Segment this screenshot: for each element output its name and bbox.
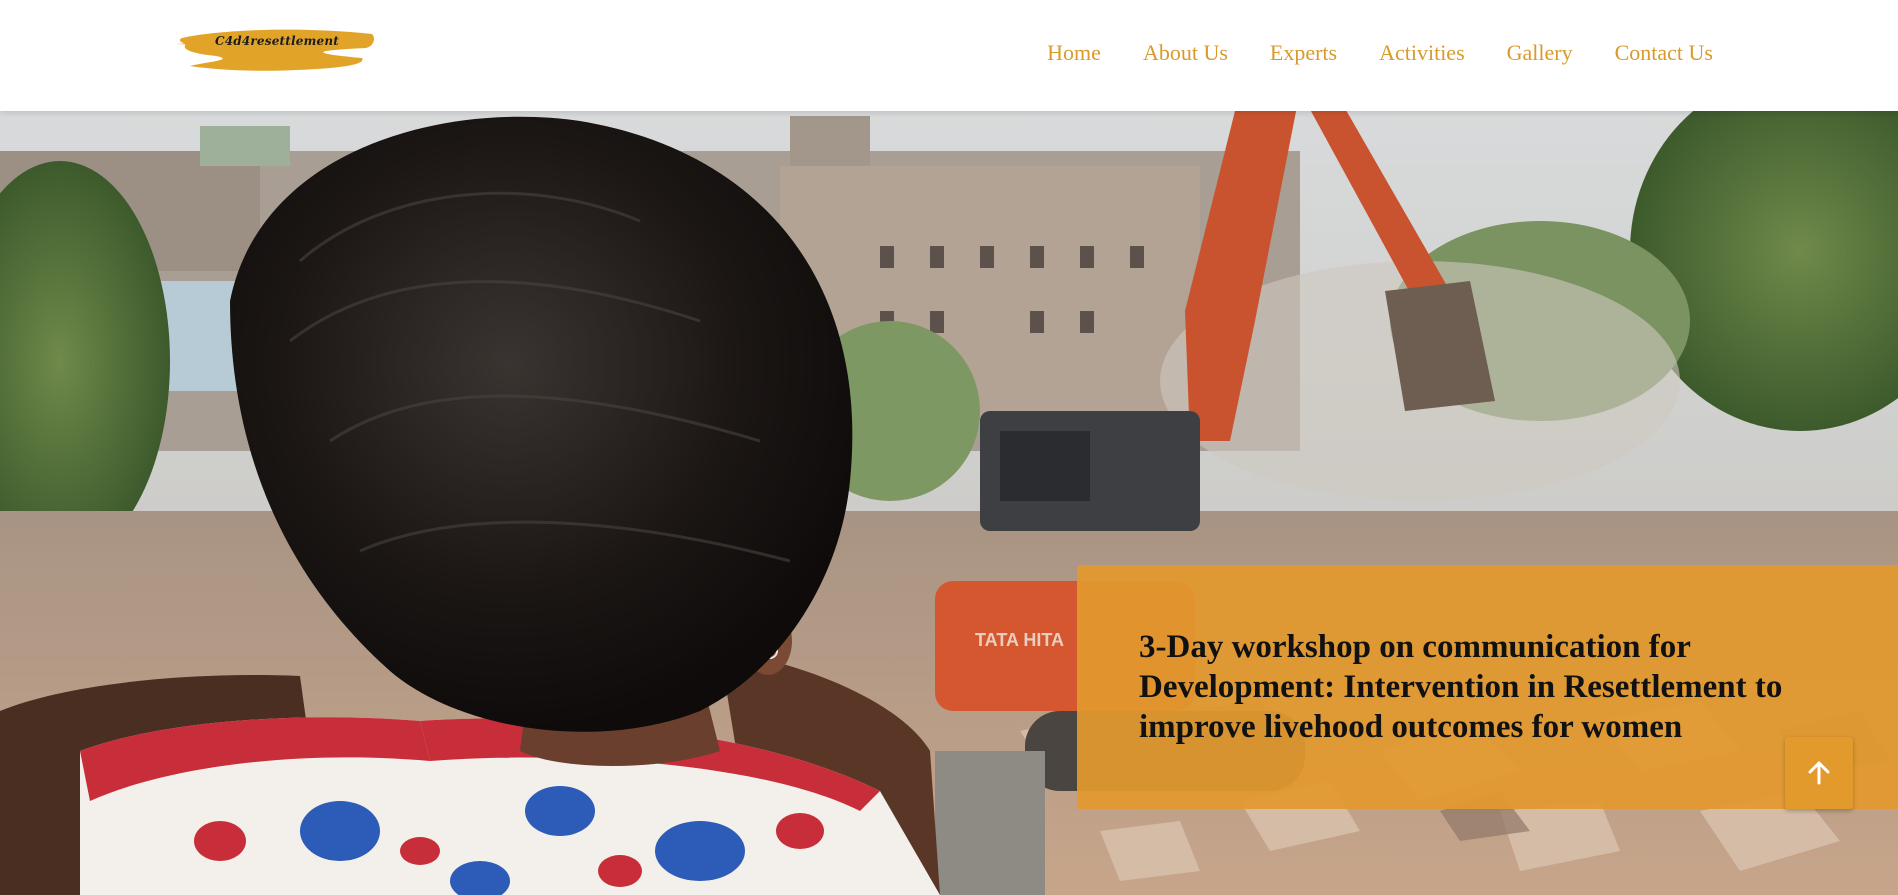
nav-experts[interactable]: Experts: [1270, 40, 1337, 66]
nav-activities[interactable]: Activities: [1379, 40, 1465, 66]
hero-banner: TATA HITA 3-Day workshop on communicatio…: [0, 111, 1898, 895]
arrow-up-icon: [1808, 761, 1830, 785]
back-to-top-button[interactable]: [1785, 737, 1853, 809]
hero-caption-box: 3-Day workshop on communication for Deve…: [1077, 565, 1898, 809]
main-nav: Home About Us Experts Activities Gallery…: [1005, 40, 1713, 66]
nav-home[interactable]: Home: [1047, 40, 1101, 66]
nav-gallery[interactable]: Gallery: [1507, 40, 1573, 66]
site-header: C4d4resettlement Home About Us Experts A…: [0, 0, 1898, 111]
svg-text:TATA HITA: TATA HITA: [975, 630, 1064, 650]
nav-about-us[interactable]: About Us: [1143, 40, 1228, 66]
logo-text: C4d4resettlement: [214, 34, 340, 48]
site-logo[interactable]: C4d4resettlement: [176, 24, 378, 74]
nav-contact-us[interactable]: Contact Us: [1615, 40, 1713, 66]
hero-title: 3-Day workshop on communication for Deve…: [1139, 629, 1783, 745]
logo-brush-stroke: [176, 29, 374, 71]
